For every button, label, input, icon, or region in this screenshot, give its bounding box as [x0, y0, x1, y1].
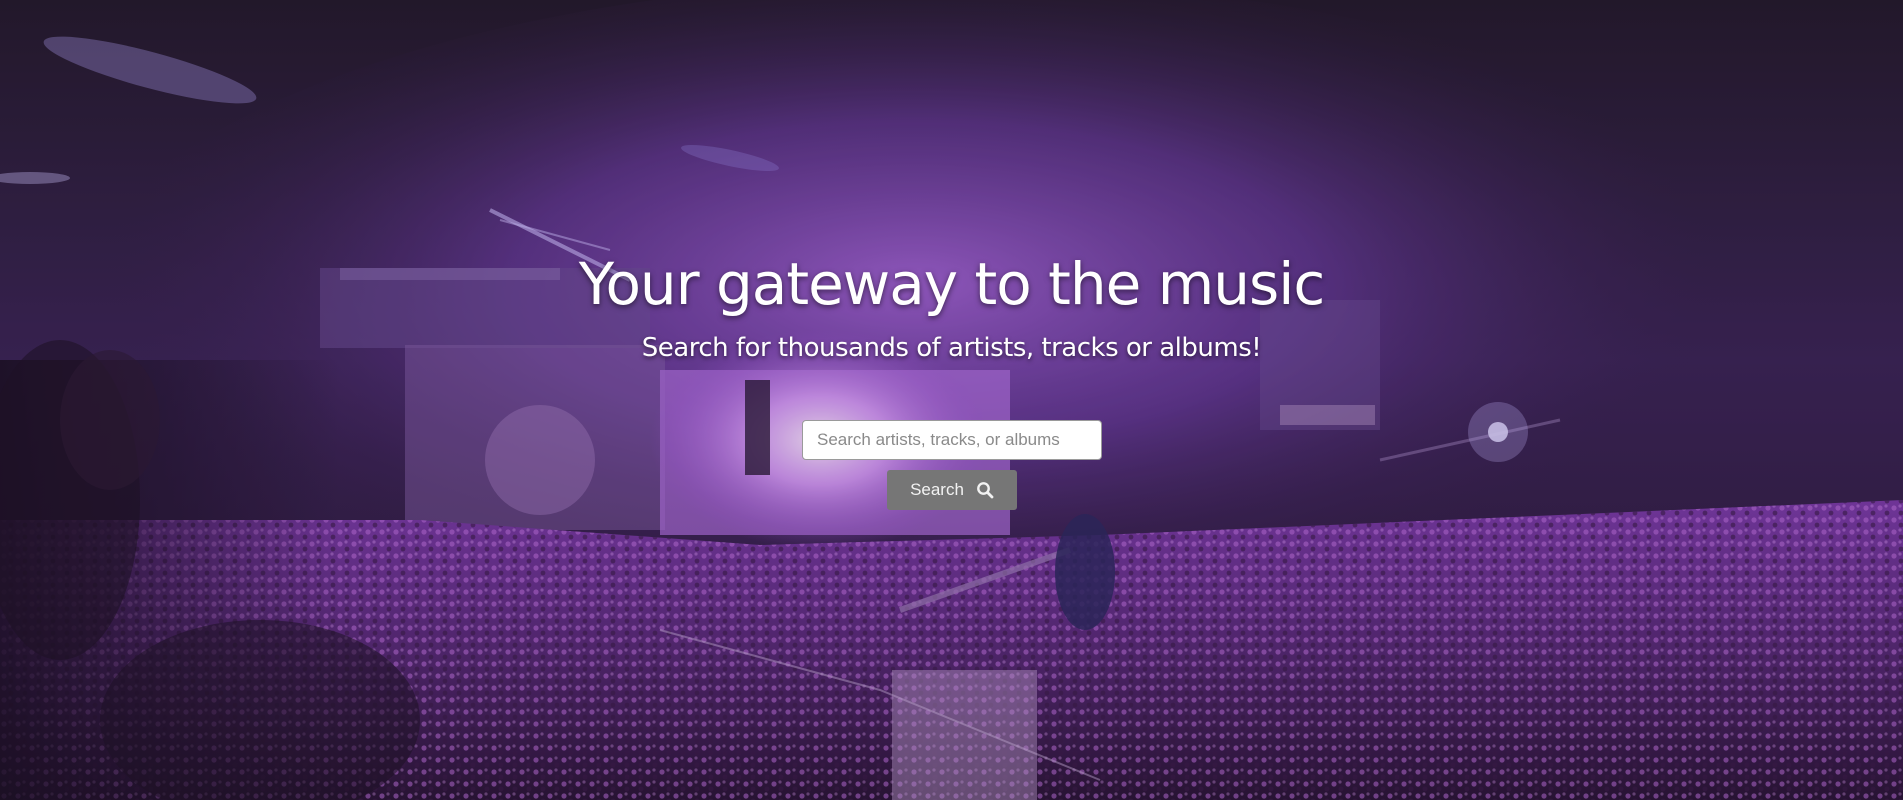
hero-content: Your gateway to the music Search for tho… [0, 0, 1903, 800]
search-button-label: Search [910, 480, 964, 499]
search-icon [976, 481, 994, 499]
page-subtitle: Search for thousands of artists, tracks … [641, 333, 1262, 363]
page-title: Your gateway to the music [578, 250, 1326, 318]
hero-section: Your gateway to the music Search for tho… [0, 0, 1903, 800]
search-input[interactable] [802, 420, 1102, 460]
search-button[interactable]: Search [887, 470, 1017, 510]
